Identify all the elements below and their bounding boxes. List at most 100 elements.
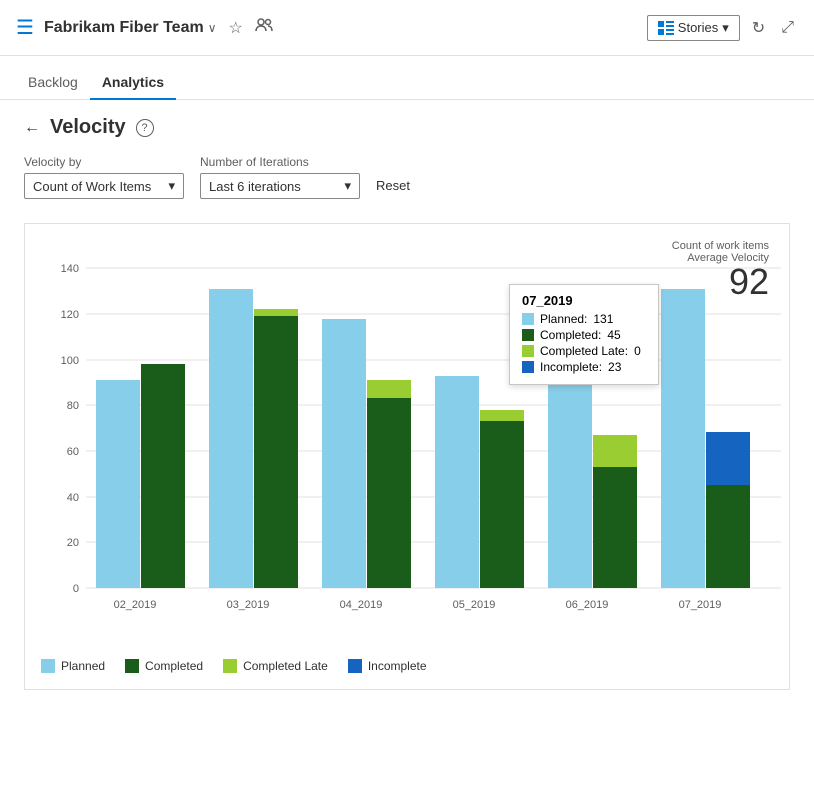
tooltip-incomplete-row: Incomplete: 23 (522, 360, 646, 374)
svg-text:0: 0 (73, 583, 79, 595)
bar-04-completed-late[interactable] (367, 380, 411, 398)
legend-incomplete: Incomplete (348, 659, 427, 673)
bar-03-completed[interactable] (254, 316, 298, 588)
tooltip-completed-val: 45 (607, 328, 620, 342)
stories-label: Stories (678, 20, 718, 35)
tooltip-incomplete-label: Incomplete: (540, 360, 602, 374)
tooltip-incomplete-swatch (522, 361, 534, 373)
bar-07-incomplete[interactable] (706, 432, 750, 485)
team-chevron-icon[interactable]: ∨ (208, 21, 217, 35)
svg-text:140: 140 (61, 263, 79, 275)
tooltip-planned-label: Planned: (540, 312, 587, 326)
svg-text:100: 100 (61, 355, 79, 367)
chart-meta-label1: Count of work items (672, 240, 769, 252)
bar-07-completed[interactable] (706, 485, 750, 588)
velocity-by-chevron-icon: ▾ (168, 178, 175, 194)
bar-02-completed[interactable] (141, 364, 185, 588)
legend-planned: Planned (41, 659, 105, 673)
bar-03-completed-late[interactable] (254, 309, 298, 316)
legend-completed-label: Completed (145, 659, 203, 673)
header: ☰ Fabrikam Fiber Team ∨ ☆ Stories ▾ (0, 0, 814, 56)
bar-05-completed[interactable] (480, 421, 524, 588)
expand-button[interactable]: ⤢ (777, 15, 798, 41)
chart-svg-wrapper: 0 20 40 60 80 100 120 140 (41, 248, 773, 643)
reset-button[interactable]: Reset (376, 178, 410, 193)
legend-incomplete-swatch (348, 659, 362, 673)
iterations-value: Last 6 iterations (209, 179, 301, 194)
velocity-by-select[interactable]: Count of Work Items ▾ (24, 173, 184, 199)
svg-text:04_2019: 04_2019 (340, 599, 383, 611)
chart-legend: Planned Completed Completed Late Incompl… (41, 651, 773, 673)
chart-container: Count of work items Average Velocity 92 … (24, 223, 790, 690)
page-title: Velocity (50, 116, 126, 139)
page-content: ← Velocity ? Velocity by Count of Work I… (0, 100, 814, 706)
tab-analytics[interactable]: Analytics (90, 66, 176, 100)
chart-avg-velocity: 92 (672, 264, 769, 300)
legend-completed-late-swatch (223, 659, 237, 673)
iterations-label: Number of Iterations (200, 155, 360, 169)
legend-completed: Completed (125, 659, 203, 673)
tooltip-completed-row: Completed: 45 (522, 328, 646, 342)
back-button[interactable]: ← (24, 119, 40, 137)
bar-05-completed-late[interactable] (480, 410, 524, 421)
bar-04-completed[interactable] (367, 398, 411, 588)
header-right: Stories ▾ ↻ ⤢ (647, 14, 798, 42)
tooltip-completed-late-label: Completed Late: (540, 344, 628, 358)
tooltip-incomplete-val: 23 (608, 360, 621, 374)
tooltip-completed-late-swatch (522, 345, 534, 357)
team-name: Fabrikam Fiber Team (44, 19, 204, 37)
favorite-icon[interactable]: ☆ (229, 18, 243, 38)
iterations-chevron-icon: ▾ (344, 178, 351, 194)
svg-text:120: 120 (61, 309, 79, 321)
iterations-select[interactable]: Last 6 iterations ▾ (200, 173, 360, 199)
legend-completed-late: Completed Late (223, 659, 328, 673)
refresh-button[interactable]: ↻ (748, 14, 769, 42)
svg-text:02_2019: 02_2019 (114, 599, 157, 611)
nav-tabs: Backlog Analytics (0, 56, 814, 100)
svg-text:05_2019: 05_2019 (453, 599, 496, 611)
stories-button[interactable]: Stories ▾ (647, 15, 740, 41)
velocity-by-filter: Velocity by Count of Work Items ▾ (24, 155, 184, 199)
tooltip-planned-swatch (522, 313, 534, 325)
iterations-filter: Number of Iterations Last 6 iterations ▾ (200, 155, 360, 199)
tooltip-completed-late-val: 0 (634, 344, 641, 358)
svg-text:03_2019: 03_2019 (227, 599, 270, 611)
stories-chevron-icon: ▾ (722, 20, 729, 36)
bar-06-planned[interactable] (548, 383, 592, 588)
tooltip-completed-label: Completed: (540, 328, 601, 342)
svg-text:40: 40 (67, 492, 79, 504)
app-icon: ☰ (16, 15, 34, 40)
bar-03-planned[interactable] (209, 289, 253, 588)
bar-04-planned[interactable] (322, 319, 366, 588)
velocity-header: ← Velocity ? (24, 116, 790, 139)
legend-planned-label: Planned (61, 659, 105, 673)
chart-tooltip: 07_2019 Planned: 131 Completed: 45 Compl… (509, 284, 659, 385)
legend-incomplete-label: Incomplete (368, 659, 427, 673)
chart-meta: Count of work items Average Velocity 92 (672, 240, 769, 300)
tooltip-sprint: 07_2019 (522, 293, 646, 308)
svg-text:60: 60 (67, 446, 79, 458)
bar-02-planned[interactable] (96, 380, 140, 588)
chart-svg: 0 20 40 60 80 100 120 140 (41, 248, 801, 638)
bar-06-completed[interactable] (593, 467, 637, 588)
svg-text:20: 20 (67, 537, 79, 549)
header-actions: ☆ (229, 18, 273, 38)
svg-text:07_2019: 07_2019 (679, 599, 722, 611)
help-icon[interactable]: ? (136, 119, 154, 137)
tooltip-planned-row: Planned: 131 (522, 312, 646, 326)
bar-05-planned[interactable] (435, 376, 479, 588)
velocity-by-value: Count of Work Items (33, 179, 151, 194)
legend-completed-late-label: Completed Late (243, 659, 328, 673)
legend-completed-swatch (125, 659, 139, 673)
svg-text:06_2019: 06_2019 (566, 599, 609, 611)
velocity-by-label: Velocity by (24, 155, 184, 169)
bar-07-planned[interactable] (661, 289, 705, 588)
tooltip-planned-val: 131 (593, 312, 613, 326)
bar-06-completed-late[interactable] (593, 435, 637, 467)
tab-backlog[interactable]: Backlog (16, 66, 90, 100)
tooltip-completed-late-row: Completed Late: 0 (522, 344, 646, 358)
svg-text:80: 80 (67, 400, 79, 412)
legend-planned-swatch (41, 659, 55, 673)
tooltip-completed-swatch (522, 329, 534, 341)
people-icon[interactable] (255, 18, 273, 37)
